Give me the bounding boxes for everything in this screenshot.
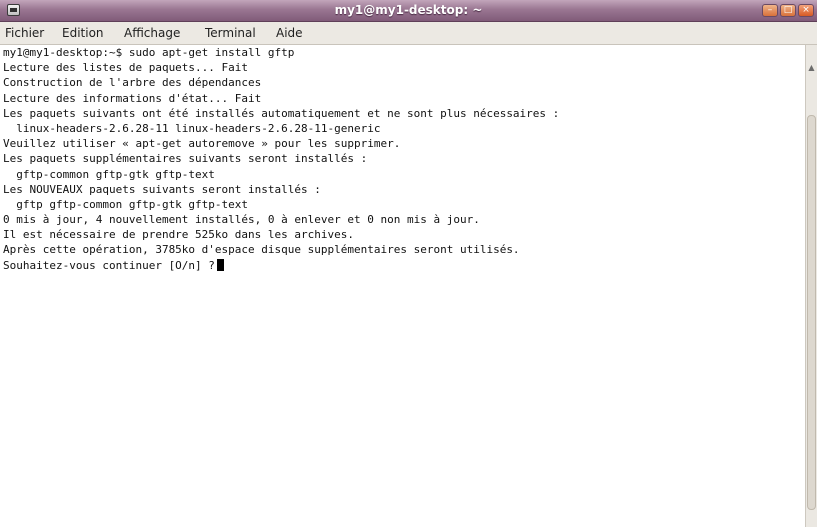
prompt-text: Souhaitez-vous continuer [O/n] ? — [3, 258, 215, 272]
window-title: my1@my1-desktop: ~ — [334, 3, 483, 17]
terminal-text-area[interactable]: my1@my1-desktop:~$ sudo apt-get install … — [3, 45, 803, 273]
close-button[interactable]: × — [798, 4, 814, 17]
terminal-line: Après cette opération, 3785ko d'espace d… — [3, 243, 520, 257]
terminal-line: Il est nécessaire de prendre 525ko dans … — [3, 228, 354, 242]
scroll-thumb[interactable] — [807, 115, 816, 510]
terminal-line: Les paquets supplémentaires suivants ser… — [3, 152, 368, 166]
terminal-line: Lecture des informations d'état... Fait — [3, 91, 262, 105]
maximize-button[interactable]: □ — [780, 4, 796, 17]
terminal-line: Lecture des listes de paquets... Fait — [3, 61, 249, 75]
title-bar[interactable]: my1@my1-desktop: ~ – □ × — [0, 0, 817, 22]
terminal-line: Construction de l'arbre des dépendances — [3, 76, 262, 90]
vertical-scrollbar[interactable]: ▲ — [805, 45, 817, 527]
terminal-line: Les paquets suivants ont été installés a… — [3, 106, 560, 120]
maximize-icon: □ — [783, 5, 793, 15]
scroll-up-icon[interactable]: ▲ — [807, 63, 816, 73]
terminal-line: 0 mis à jour, 4 nouvellement installés, … — [3, 213, 480, 227]
terminal-line: Les NOUVEAUX paquets suivants seront ins… — [3, 182, 321, 196]
close-icon: × — [802, 5, 810, 15]
menu-edition[interactable]: Edition — [62, 22, 104, 44]
menu-aide[interactable]: Aide — [276, 22, 303, 44]
terminal-line: linux-headers-2.6.28-11 linux-headers-2.… — [3, 121, 381, 135]
terminal-window: my1@my1-desktop: ~ – □ × Fichier Edition… — [0, 0, 817, 527]
terminal-line: gftp gftp-common gftp-gtk gftp-text — [3, 197, 249, 211]
minimize-icon: – — [767, 5, 773, 15]
menu-affichage[interactable]: Affichage — [124, 22, 180, 44]
menu-bar: Fichier Edition Affichage Terminal Aide — [0, 22, 817, 45]
menu-terminal[interactable]: Terminal — [205, 22, 256, 44]
terminal-line: Veuillez utiliser « apt-get autoremove »… — [3, 137, 401, 151]
cursor-icon — [216, 258, 224, 271]
terminal-output[interactable]: my1@my1-desktop:~$ sudo apt-get install … — [0, 45, 805, 527]
terminal-line: gftp-common gftp-gtk gftp-text — [3, 167, 215, 181]
terminal-line-command: my1@my1-desktop:~$ sudo apt-get install … — [3, 46, 295, 59]
menu-fichier[interactable]: Fichier — [5, 22, 44, 44]
minimize-button[interactable]: – — [762, 4, 778, 17]
terminal-prompt-line[interactable]: Souhaitez-vous continuer [O/n] ? — [3, 258, 803, 273]
